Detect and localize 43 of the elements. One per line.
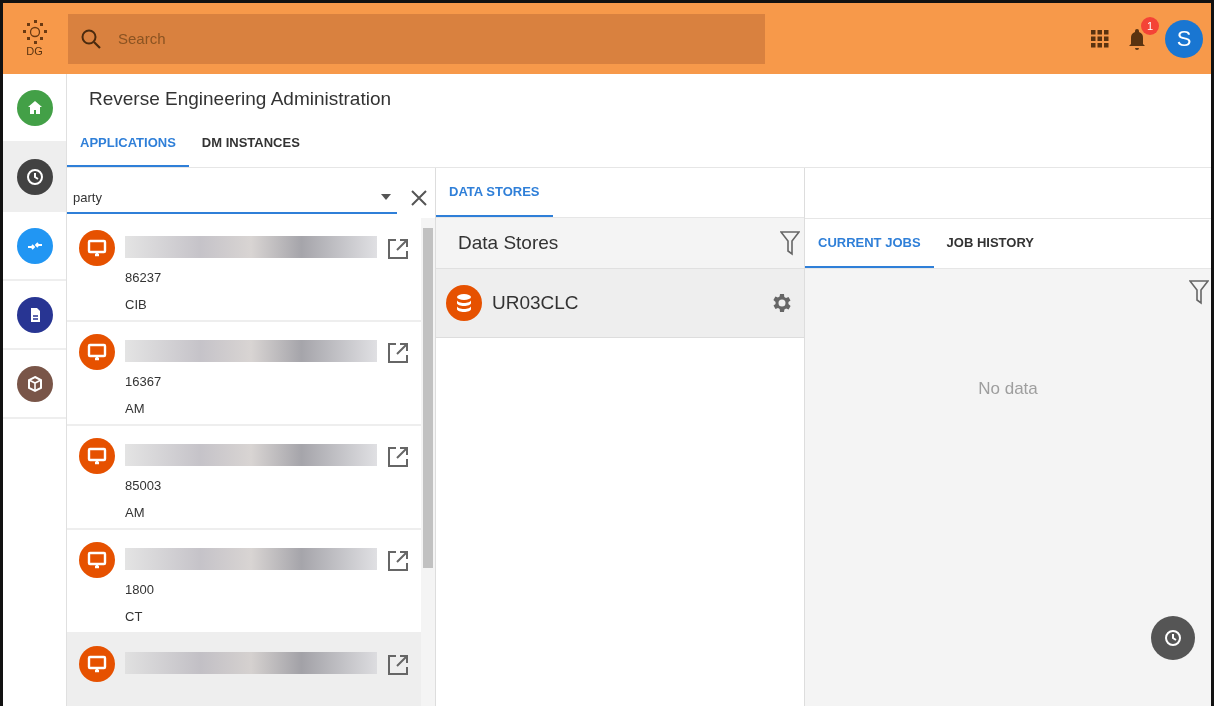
open-external-icon[interactable] [387,446,409,468]
panel-title: Data Stores [458,232,559,254]
open-external-icon[interactable] [387,654,409,676]
scrollbar[interactable] [421,218,435,706]
notification-badge: 1 [1141,16,1159,35]
data-store-name: UR03CLC [492,292,580,314]
monitor-icon [79,542,115,578]
notification-bell-icon[interactable] [1127,26,1147,51]
database-icon [446,285,482,321]
tab[interactable]: JOB HISTORY [933,219,1047,268]
search-field[interactable]: Search [116,29,753,48]
user-avatar[interactable]: S [1165,19,1203,58]
monitor-icon [79,334,115,370]
tab[interactable]: DM INSTANCES [188,119,313,167]
page-title: Reverse Engineering Administration [88,87,393,111]
search-icon [80,27,102,50]
open-external-icon[interactable] [387,238,409,260]
empty-message: No data [977,379,1039,399]
monitor-icon [79,646,115,682]
logo-text: DG [26,45,43,57]
open-external-icon[interactable] [387,342,409,364]
search-bar[interactable]: Search [68,13,765,64]
application-code: 85003 [125,478,163,493]
logo-icon [22,20,47,44]
application-unit: CIB [125,297,148,312]
apps-grid-icon[interactable] [1091,29,1109,48]
application-unit: CT [125,609,144,624]
data-store-item[interactable]: UR03CLC [436,269,804,338]
tab[interactable]: APPLICATIONS [67,119,189,167]
filter-icon[interactable] [1189,279,1209,305]
open-external-icon[interactable] [387,550,409,572]
application-code: 16367 [125,374,163,389]
application-code: 1800 [125,582,155,597]
filter-icon[interactable] [780,230,800,256]
monitor-icon [79,230,115,266]
dropdown-caret-icon[interactable] [381,194,391,200]
application-unit: AM [125,505,146,520]
application-unit: AM [125,401,146,416]
history-button[interactable] [1151,616,1195,660]
application-code: 86237 [125,270,163,285]
sidebar-item[interactable] [3,143,66,212]
close-icon[interactable] [411,190,427,206]
monitor-icon [79,438,115,474]
